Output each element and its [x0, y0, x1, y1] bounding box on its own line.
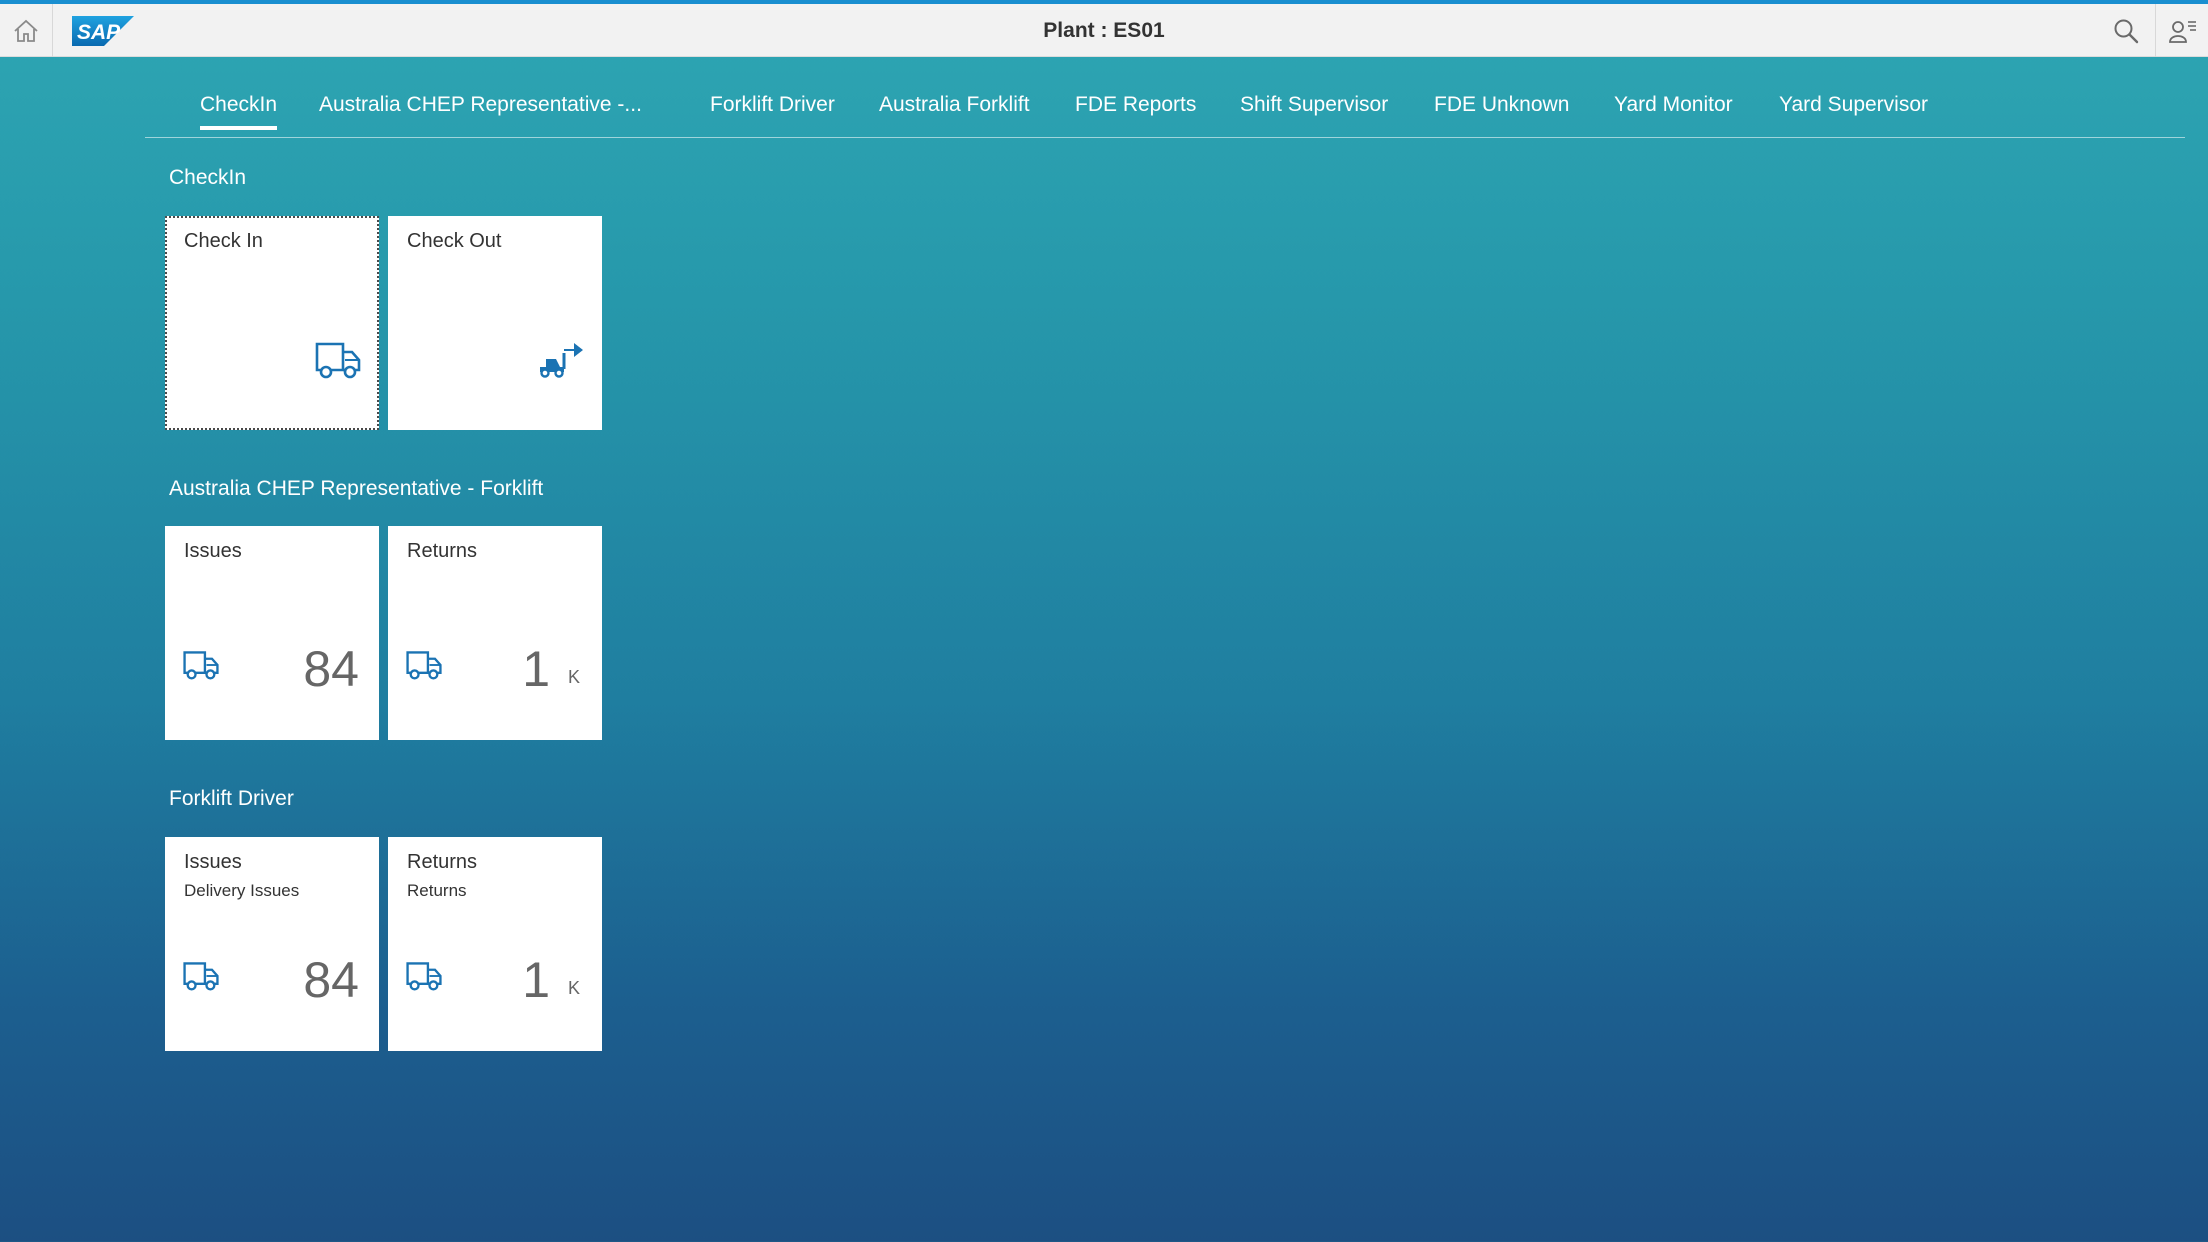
tile-subtitle: Delivery Issues	[184, 881, 300, 900]
group-title-forklift-driver: Forklift Driver	[169, 787, 294, 810]
group-title-checkin: CheckIn	[169, 166, 247, 189]
search-icon	[2114, 19, 2139, 43]
truck-icon	[406, 961, 442, 996]
tile-title: Check In	[184, 230, 263, 252]
tab-fde-reports[interactable]: FDE Reports	[1075, 93, 1196, 117]
tab-australia-forklift[interactable]: Australia Forklift	[879, 93, 1030, 117]
tile-title: Issues	[184, 540, 242, 562]
tile-issues[interactable]: Issues Delivery Issues 84	[165, 837, 379, 1051]
page-title: Plant : ES01	[1043, 19, 1165, 42]
truck-icon	[183, 650, 219, 685]
tile-title: Check Out	[407, 230, 502, 252]
tile-title: Issues	[184, 851, 242, 873]
group-title-australia-chep-representative-forklift: Australia CHEP Representative - Forklift	[169, 477, 544, 500]
tile-subtitle: Returns	[407, 881, 467, 900]
kpi-unit: K	[567, 978, 580, 998]
sap-logo[interactable]: SAP	[72, 16, 134, 46]
kpi-number: 1	[522, 641, 550, 697]
kpi-unit: K	[567, 667, 580, 687]
tile-check-out[interactable]: Check Out	[388, 216, 602, 430]
user-menu-button[interactable]	[2155, 4, 2208, 57]
tile-returns[interactable]: Returns 1 K	[388, 526, 602, 740]
tile-title: Returns	[407, 851, 478, 873]
truck-icon	[183, 961, 219, 996]
user-menu-icon	[2168, 20, 2196, 43]
tab-checkin[interactable]: CheckIn	[200, 93, 278, 130]
home-icon	[14, 19, 38, 42]
tab-shift-supervisor[interactable]: Shift Supervisor	[1240, 93, 1388, 117]
tab-yard-monitor[interactable]: Yard Monitor	[1614, 93, 1733, 117]
home-button[interactable]	[0, 4, 53, 57]
search-button[interactable]	[2100, 4, 2152, 57]
anchor-navigation-bar: CheckIn Australia CHEP Representative -.…	[145, 57, 2185, 138]
tile-issues[interactable]: Issues 84	[165, 526, 379, 740]
truck-exit-icon	[538, 337, 584, 384]
truck-icon	[315, 341, 361, 384]
tile-check-in[interactable]: Check In	[165, 216, 379, 430]
tab-fde-unknown[interactable]: FDE Unknown	[1434, 93, 1569, 117]
tab-australia-chep-representative[interactable]: Australia CHEP Representative -...	[319, 93, 642, 117]
sap-logo-text: SAP	[77, 21, 121, 44]
truck-icon	[406, 650, 442, 685]
tab-yard-supervisor[interactable]: Yard Supervisor	[1779, 93, 1928, 117]
tile-title: Returns	[407, 540, 478, 562]
shell-header: SAP Plant : ES01	[0, 0, 2208, 57]
tab-forklift-driver[interactable]: Forklift Driver	[710, 93, 835, 117]
kpi-number: 84	[303, 641, 359, 697]
tile-returns[interactable]: Returns Returns 1 K	[388, 837, 602, 1051]
kpi-number: 1	[522, 952, 550, 1008]
kpi-number: 84	[303, 952, 359, 1008]
